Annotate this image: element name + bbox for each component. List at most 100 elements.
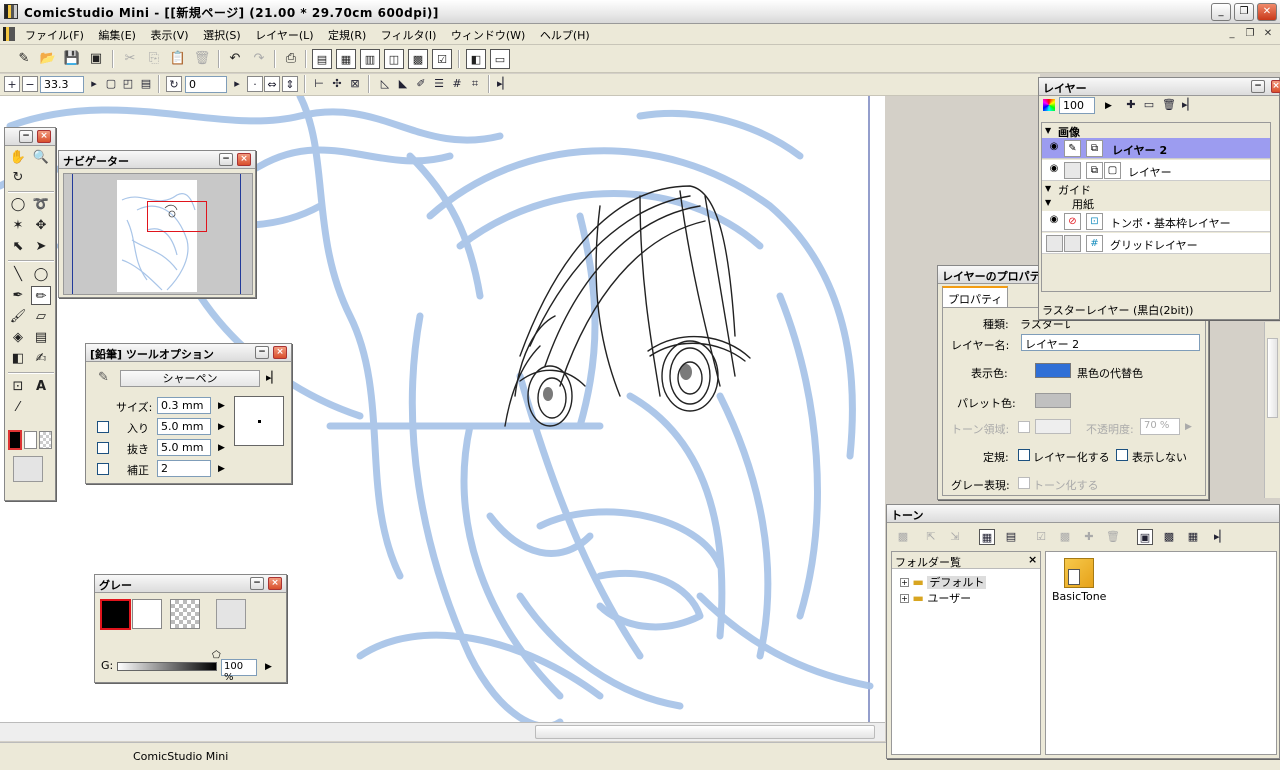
text-icon[interactable]: A — [31, 377, 51, 396]
navigator-close-button[interactable]: × — [237, 153, 251, 166]
tone-menu-icon[interactable]: ▸▏ — [1213, 529, 1229, 545]
tone-view3-icon[interactable]: ▦ — [1185, 529, 1201, 545]
vertical-scrollbar[interactable] — [1264, 322, 1280, 498]
layer-close-button[interactable]: × — [1271, 80, 1280, 93]
flip-horizontal-icon[interactable]: ⇔ — [264, 76, 280, 92]
scroll-thumb[interactable] — [535, 725, 875, 739]
correction-field[interactable]: 2 — [157, 460, 211, 477]
gray-black-swatch[interactable] — [100, 599, 131, 630]
gray-arrow-icon[interactable]: ▶ — [265, 662, 272, 672]
undo-icon[interactable]: ↶ — [225, 49, 245, 69]
pen-ruler-icon[interactable]: ✐ — [413, 76, 429, 92]
move-icon[interactable]: ✥ — [31, 216, 51, 235]
display-color-swatch[interactable] — [1035, 363, 1071, 378]
tool-options-minimize-button[interactable]: − — [255, 346, 269, 359]
menu-window[interactable]: ウィンドウ(W) — [446, 24, 531, 43]
gray-window-icon[interactable]: ◧ — [466, 49, 486, 69]
gray-white-swatch[interactable] — [132, 599, 162, 629]
folder-item-default[interactable]: + ▬ デフォルト — [900, 574, 987, 590]
ruler-layer-checkbox[interactable] — [1018, 449, 1030, 461]
gray-minimize-button[interactable]: − — [250, 577, 264, 590]
tone-new-icon[interactable]: ✚ — [1081, 529, 1097, 545]
fill-icon[interactable]: ◈ — [8, 328, 28, 347]
preset-select[interactable]: シャーペン — [120, 370, 260, 387]
navigator-view-rectangle[interactable] — [147, 201, 207, 232]
folder-up-icon[interactable]: ⇱ — [923, 529, 939, 545]
layer-row[interactable]: ◉ ⧉ ▢ レイヤー — [1042, 160, 1270, 181]
vertical-scroll-thumb[interactable] — [1267, 338, 1278, 418]
print-size-icon[interactable]: ▤ — [138, 76, 154, 92]
preset-menu-icon[interactable]: ▸▏ — [266, 371, 280, 384]
delete-icon[interactable]: 🗑 — [192, 49, 212, 69]
correction-arrow-icon[interactable]: ▶ — [218, 464, 225, 474]
layer-opacity-field[interactable]: 100 — [1059, 97, 1095, 114]
in-field[interactable]: 5.0 mm — [157, 418, 211, 435]
rotate-icon[interactable]: ↻ — [166, 76, 182, 92]
rotation-field[interactable]: 0 — [185, 76, 227, 93]
gray-swatch[interactable] — [13, 456, 43, 482]
palette-close-button[interactable]: × — [37, 130, 51, 143]
document-icon[interactable] — [3, 27, 15, 41]
redo-icon[interactable]: ↷ — [249, 49, 269, 69]
close-button[interactable]: ✕ — [1257, 3, 1277, 21]
zoom-field[interactable]: 33.3 — [40, 76, 84, 93]
tone-area-checkbox[interactable] — [1018, 421, 1030, 433]
doc-restore-button[interactable]: ❐ — [1242, 27, 1258, 41]
layer-name-field[interactable]: レイヤー 2 — [1021, 334, 1200, 351]
magic-wand-icon[interactable]: ✶ — [8, 216, 28, 235]
snap-icon[interactable]: ⊠ — [347, 76, 363, 92]
zoom-icon[interactable]: 🔍 — [31, 148, 51, 167]
save-all-icon[interactable]: ▣ — [86, 49, 106, 69]
zoom-dropdown-icon[interactable]: ▸ — [86, 76, 102, 92]
tone-area-swatch[interactable] — [1035, 419, 1071, 434]
menu-ruler[interactable]: 定規(R) — [323, 24, 372, 43]
menu-help[interactable]: ヘルプ(H) — [535, 24, 596, 43]
transform-icon[interactable]: ⬉ — [8, 237, 28, 256]
triangle-ruler-icon[interactable]: ◣ — [395, 76, 411, 92]
layer-window-icon[interactable]: ▥ — [360, 49, 380, 69]
eye-icon[interactable]: ◉ — [1046, 163, 1062, 178]
palette-minimize-button[interactable]: − — [19, 130, 33, 143]
out-arrow-icon[interactable]: ▶ — [218, 443, 225, 453]
gray-custom-swatch[interactable] — [216, 599, 246, 629]
gray-close-button[interactable]: × — [268, 577, 282, 590]
tone-paste-icon[interactable]: ▩ — [895, 529, 911, 545]
folder-item-user[interactable]: + ▬ ユーザー — [900, 590, 971, 606]
zoom-in-icon[interactable]: + — [4, 76, 20, 92]
actual-size-icon[interactable]: ▢ — [103, 76, 119, 92]
menu-select[interactable]: 選択(S) — [198, 24, 247, 43]
layer-row[interactable]: # グリッドレイヤー — [1042, 233, 1270, 254]
frame-ruler-icon[interactable]: ⌗ — [467, 76, 483, 92]
menu-view[interactable]: 表示(V) — [145, 24, 194, 43]
layer-menu-icon[interactable]: ▸▏ — [1181, 97, 1197, 113]
eye-icon[interactable]: ◉ — [1046, 141, 1062, 156]
gray-transparent-swatch[interactable] — [170, 599, 200, 629]
group-guide[interactable]: ▼ ガイド — [1042, 182, 1270, 197]
doc-minimize-button[interactable]: _ — [1224, 27, 1240, 41]
paste-icon[interactable]: 📋 — [168, 49, 188, 69]
pencil-icon[interactable]: ✏ — [31, 286, 51, 305]
menu-layer[interactable]: レイヤー(L) — [250, 24, 319, 43]
size-arrow-icon[interactable]: ▶ — [218, 401, 225, 411]
grid-ruler-icon[interactable]: # — [449, 76, 465, 92]
layer-color-icon[interactable] — [1043, 99, 1055, 111]
edit-toggle[interactable] — [1064, 235, 1081, 252]
size-field[interactable]: 0.3 mm — [157, 397, 211, 414]
reset-rotation-icon[interactable]: · — [247, 76, 263, 92]
folder-list-close-icon[interactable]: × — [1028, 553, 1037, 566]
tone-item-label[interactable]: BasicTone — [1052, 590, 1106, 603]
list-view-icon[interactable]: ▤ — [1003, 529, 1019, 545]
white-color-swatch[interactable] — [24, 431, 37, 449]
black-color-swatch[interactable] — [8, 430, 22, 450]
gray-slider[interactable] — [117, 662, 217, 671]
tone-check-icon[interactable]: ☑ — [1033, 529, 1049, 545]
fit-page-icon[interactable]: ◰ — [120, 76, 136, 92]
new-folder-icon[interactable]: ▭ — [1141, 97, 1157, 113]
zoom-out-icon[interactable]: − — [22, 76, 38, 92]
tools-window-icon[interactable]: ▤ — [312, 49, 332, 69]
layer-row[interactable]: ◉ ✎ ⧉ レイヤー 2 — [1042, 138, 1270, 159]
ellipse-icon[interactable]: ◯ — [31, 265, 51, 284]
group-paper[interactable]: ▼ 用紙 — [1042, 196, 1270, 211]
opacity-arrow-icon[interactable]: ▶ — [1185, 422, 1192, 432]
menu-file[interactable]: ファイル(F) — [20, 24, 90, 43]
